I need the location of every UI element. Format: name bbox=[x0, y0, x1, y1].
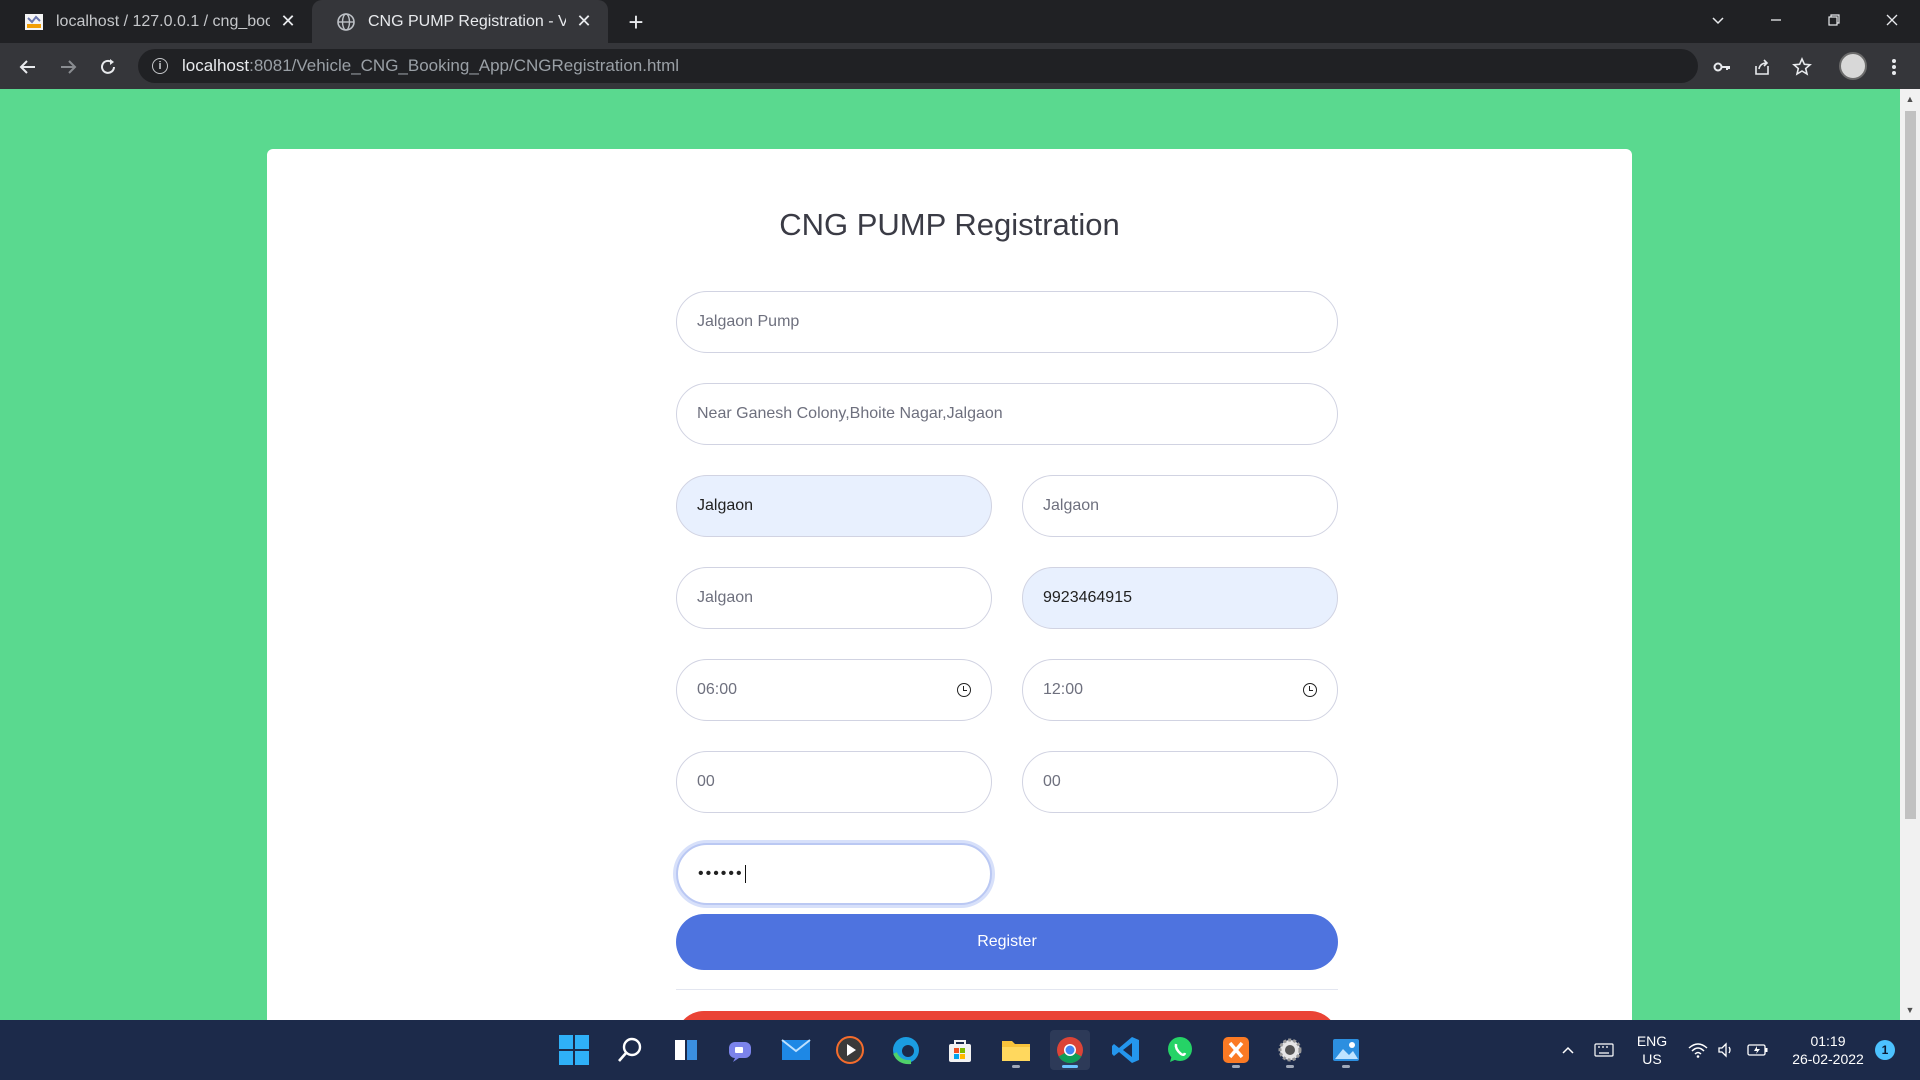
volume-icon[interactable] bbox=[1714, 1038, 1738, 1062]
page-viewport: CNG PUMP Registration Jalgaon Pump Near … bbox=[0, 89, 1900, 1020]
district-input[interactable]: Jalgaon bbox=[1022, 475, 1338, 537]
share-icon[interactable] bbox=[1748, 53, 1776, 81]
media-player-icon[interactable] bbox=[830, 1030, 870, 1070]
profile-avatar[interactable] bbox=[1839, 52, 1867, 80]
city-value: Jalgaon bbox=[697, 497, 754, 514]
text-caret bbox=[744, 864, 746, 883]
running-indicator bbox=[1286, 1065, 1294, 1068]
edge-browser-icon[interactable] bbox=[886, 1030, 926, 1070]
lang-line2: US bbox=[1642, 1051, 1662, 1067]
restore-button[interactable] bbox=[1806, 0, 1862, 40]
address-input[interactable]: Near Ganesh Colony,Bhoite Nagar,Jalgaon bbox=[676, 383, 1338, 445]
running-indicator bbox=[1232, 1065, 1240, 1068]
file-explorer-icon[interactable] bbox=[996, 1030, 1036, 1070]
clock-icon[interactable] bbox=[1303, 683, 1317, 697]
notification-badge[interactable]: 1 bbox=[1875, 1040, 1895, 1060]
mobile-input[interactable]: 9923464915 bbox=[1022, 567, 1338, 629]
scroll-down-arrow-icon[interactable]: ▼ bbox=[1904, 1004, 1916, 1016]
running-indicator bbox=[1012, 1065, 1020, 1068]
info-icon[interactable]: i bbox=[152, 58, 168, 74]
district-value: Jalgaon bbox=[1043, 497, 1100, 514]
number-input-a[interactable]: 00 bbox=[676, 751, 992, 813]
wifi-icon[interactable] bbox=[1686, 1038, 1710, 1062]
forward-arrow-icon[interactable] bbox=[52, 51, 84, 83]
url-path: :8081/Vehicle_CNG_Booking_App/CNGRegistr… bbox=[249, 56, 680, 75]
phpmyadmin-icon bbox=[25, 13, 43, 30]
secondary-button[interactable] bbox=[676, 1011, 1338, 1020]
url-host: localhost bbox=[182, 56, 250, 75]
clock-icon[interactable] bbox=[957, 683, 971, 697]
windows-taskbar: ENG US 01:19 26-02-2022 1 bbox=[0, 1020, 1920, 1080]
registration-card: CNG PUMP Registration Jalgaon Pump Near … bbox=[267, 149, 1632, 1020]
mobile-value: 9923464915 bbox=[1043, 589, 1132, 606]
lang-line1: ENG bbox=[1636, 1033, 1668, 1049]
password-input[interactable]: •••••• bbox=[676, 843, 992, 905]
close-icon[interactable]: ✕ bbox=[574, 11, 594, 32]
open-time-input[interactable]: 06:00 bbox=[676, 659, 992, 721]
star-icon[interactable] bbox=[1788, 53, 1816, 81]
city-input[interactable]: Jalgaon bbox=[676, 475, 992, 537]
chevron-up-icon[interactable] bbox=[1556, 1038, 1580, 1062]
battery-icon[interactable] bbox=[1746, 1038, 1770, 1062]
chevron-down-icon[interactable] bbox=[1690, 0, 1746, 40]
keyboard-icon[interactable] bbox=[1592, 1038, 1616, 1062]
state-value: Jalgaon bbox=[697, 589, 754, 606]
register-button[interactable]: Register bbox=[676, 914, 1338, 970]
photos-icon[interactable] bbox=[1326, 1030, 1366, 1070]
kebab-menu-icon[interactable] bbox=[1880, 53, 1908, 81]
running-indicator bbox=[1342, 1065, 1350, 1068]
xampp-icon[interactable] bbox=[1216, 1030, 1256, 1070]
scroll-thumb[interactable] bbox=[1905, 111, 1916, 819]
page-title: CNG PUMP Registration bbox=[779, 207, 1120, 242]
windows-start-icon[interactable] bbox=[554, 1030, 594, 1070]
state-input[interactable]: Jalgaon bbox=[676, 567, 992, 629]
minimize-button[interactable] bbox=[1748, 0, 1804, 40]
divider bbox=[676, 989, 1338, 990]
pump-name-value: Jalgaon Pump bbox=[697, 313, 800, 330]
tab-title: localhost / 127.0.0.1 / cng_bookin bbox=[56, 12, 270, 30]
clock-area[interactable]: 01:19 26-02-2022 bbox=[1780, 1032, 1876, 1068]
close-time-input[interactable]: 12:00 bbox=[1022, 659, 1338, 721]
chrome-icon[interactable] bbox=[1050, 1030, 1090, 1070]
number-b-value: 00 bbox=[1043, 773, 1061, 790]
language-indicator[interactable]: ENG US bbox=[1632, 1032, 1672, 1068]
open-time-value: 06:00 bbox=[697, 681, 738, 698]
number-a-value: 00 bbox=[697, 773, 715, 790]
tab-phpmyadmin[interactable]: localhost / 127.0.0.1 / cng_bookin ✕ bbox=[0, 0, 312, 43]
tab-title: CNG PUMP Registration - Vehicle bbox=[368, 12, 566, 30]
number-input-b[interactable]: 00 bbox=[1022, 751, 1338, 813]
pump-name-input[interactable]: Jalgaon Pump bbox=[676, 291, 1338, 353]
address-bar[interactable]: i localhost:8081/Vehicle_CNG_Booking_App… bbox=[138, 49, 1698, 83]
key-icon[interactable] bbox=[1708, 53, 1736, 81]
tab-cng-registration[interactable]: CNG PUMP Registration - Vehicle ✕ bbox=[312, 0, 608, 43]
browser-tabstrip: localhost / 127.0.0.1 / cng_bookin ✕ CNG… bbox=[0, 0, 1920, 43]
running-indicator bbox=[1062, 1065, 1078, 1068]
close-time-value: 12:00 bbox=[1043, 681, 1084, 698]
address-value: Near Ganesh Colony,Bhoite Nagar,Jalgaon bbox=[697, 405, 1003, 422]
teams-chat-icon[interactable] bbox=[720, 1030, 760, 1070]
back-arrow-icon[interactable] bbox=[12, 51, 44, 83]
scroll-up-arrow-icon[interactable]: ▲ bbox=[1904, 93, 1916, 105]
reload-icon[interactable] bbox=[92, 51, 124, 83]
clock-time: 01:19 bbox=[1810, 1033, 1846, 1049]
vscode-icon[interactable] bbox=[1106, 1030, 1146, 1070]
close-window-button[interactable] bbox=[1864, 0, 1920, 40]
task-view-icon[interactable] bbox=[666, 1030, 706, 1070]
settings-gear-icon[interactable] bbox=[1270, 1030, 1310, 1070]
close-icon[interactable]: ✕ bbox=[278, 11, 298, 32]
whatsapp-icon[interactable] bbox=[1160, 1030, 1200, 1070]
browser-toolbar: i localhost:8081/Vehicle_CNG_Booking_App… bbox=[0, 43, 1920, 89]
vertical-scrollbar[interactable]: ▲ ▼ bbox=[1900, 89, 1920, 1020]
globe-icon bbox=[337, 12, 355, 31]
new-tab-button[interactable]: + bbox=[622, 7, 650, 37]
clock-date: 26-02-2022 bbox=[1792, 1051, 1864, 1067]
microsoft-store-icon[interactable] bbox=[940, 1030, 980, 1070]
password-value: •••••• bbox=[698, 865, 744, 883]
search-icon[interactable] bbox=[610, 1030, 650, 1070]
mail-icon[interactable] bbox=[776, 1030, 816, 1070]
